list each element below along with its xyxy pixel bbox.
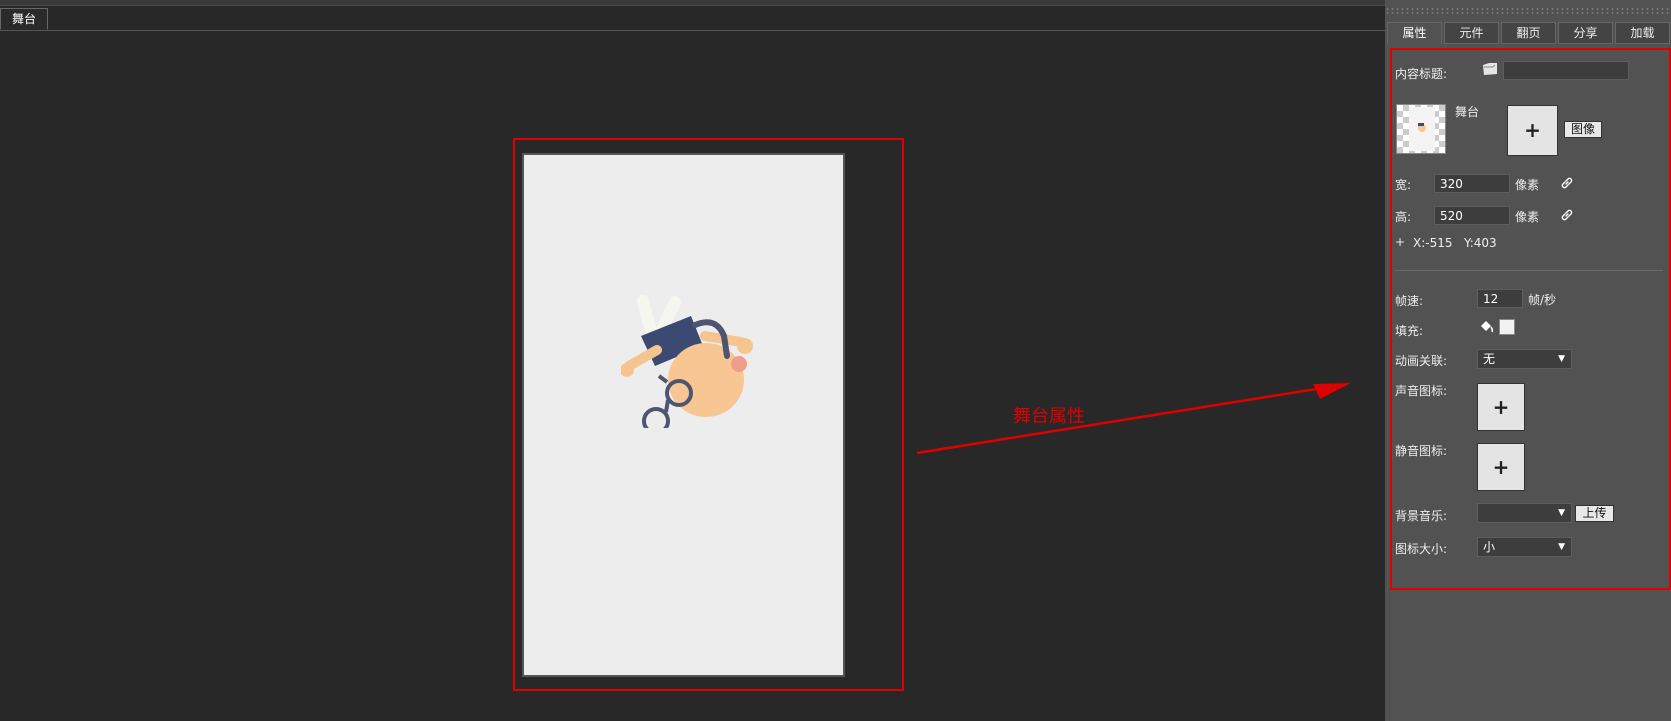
tab-page-flip[interactable]: 翻页: [1501, 22, 1556, 44]
tab-properties[interactable]: 属性: [1387, 22, 1442, 44]
sound-icon-label: 声音图标:: [1395, 384, 1448, 398]
character-illustration: [621, 295, 753, 428]
link-icon[interactable]: [1560, 208, 1574, 222]
fps-input[interactable]: [1477, 289, 1523, 308]
tab-stage[interactable]: 舞台: [0, 8, 48, 30]
panel-tabs: 属性 元件 翻页 分享 加载: [1387, 22, 1671, 45]
paint-bucket-icon[interactable]: [1478, 318, 1495, 334]
tab-components[interactable]: 元件: [1444, 22, 1499, 44]
width-input[interactable]: [1434, 174, 1510, 193]
chevron-down-icon: ▼: [1558, 508, 1565, 518]
stage-thumbnail[interactable]: [1396, 104, 1446, 154]
animation-link-value: 无: [1483, 352, 1496, 366]
tab-loading[interactable]: 加载: [1615, 22, 1670, 44]
folder-icon[interactable]: [1481, 61, 1499, 77]
panel-grip[interactable]: [1385, 7, 1671, 15]
fill-color-swatch[interactable]: [1499, 319, 1515, 335]
width-label: 宽:: [1395, 178, 1412, 192]
fill-label: 填充:: [1395, 324, 1424, 338]
crosshair-icon: +: [1395, 235, 1406, 249]
icon-size-select[interactable]: 小 ▼: [1477, 537, 1572, 557]
annotation-label: 舞台属性: [1013, 406, 1085, 427]
add-mute-icon-button[interactable]: +: [1477, 443, 1525, 491]
width-unit: 像素: [1515, 178, 1540, 192]
link-icon[interactable]: [1560, 176, 1574, 190]
icon-size-value: 小: [1483, 540, 1496, 554]
thumbnail-character-icon: [1418, 123, 1426, 132]
thumbnail-preview: [1409, 107, 1435, 151]
height-label: 高:: [1395, 210, 1412, 224]
height-input[interactable]: [1434, 206, 1510, 225]
content-title-label: 内容标题:: [1395, 67, 1448, 81]
bgm-select[interactable]: ▼: [1477, 503, 1572, 523]
animation-link-select[interactable]: 无 ▼: [1477, 349, 1572, 369]
animation-link-label: 动画关联:: [1395, 354, 1448, 368]
stage[interactable]: [522, 153, 845, 677]
add-image-button[interactable]: +: [1507, 105, 1558, 156]
fps-label: 帧速:: [1395, 294, 1424, 308]
stage-name-label: 舞台: [1455, 105, 1480, 119]
fps-unit: 帧/秒: [1528, 293, 1557, 307]
image-button[interactable]: 图像: [1564, 121, 1602, 138]
chevron-down-icon: ▼: [1558, 354, 1565, 364]
height-unit: 像素: [1515, 210, 1540, 224]
coord-y: Y:403: [1464, 236, 1497, 250]
tab-share[interactable]: 分享: [1558, 22, 1613, 44]
chevron-down-icon: ▼: [1558, 542, 1565, 552]
icon-size-label: 图标大小:: [1395, 542, 1448, 556]
bgm-label: 背景音乐:: [1395, 509, 1448, 523]
upload-button[interactable]: 上传: [1575, 505, 1614, 522]
mute-icon-label: 静音图标:: [1395, 444, 1448, 458]
coord-x: X:-515: [1413, 236, 1453, 250]
content-title-input[interactable]: [1503, 61, 1629, 80]
document-tabbar: 舞台: [0, 8, 1385, 31]
annotation-arrow: [916, 383, 1351, 455]
add-sound-icon-button[interactable]: +: [1477, 383, 1525, 431]
section-divider: [1395, 270, 1663, 271]
